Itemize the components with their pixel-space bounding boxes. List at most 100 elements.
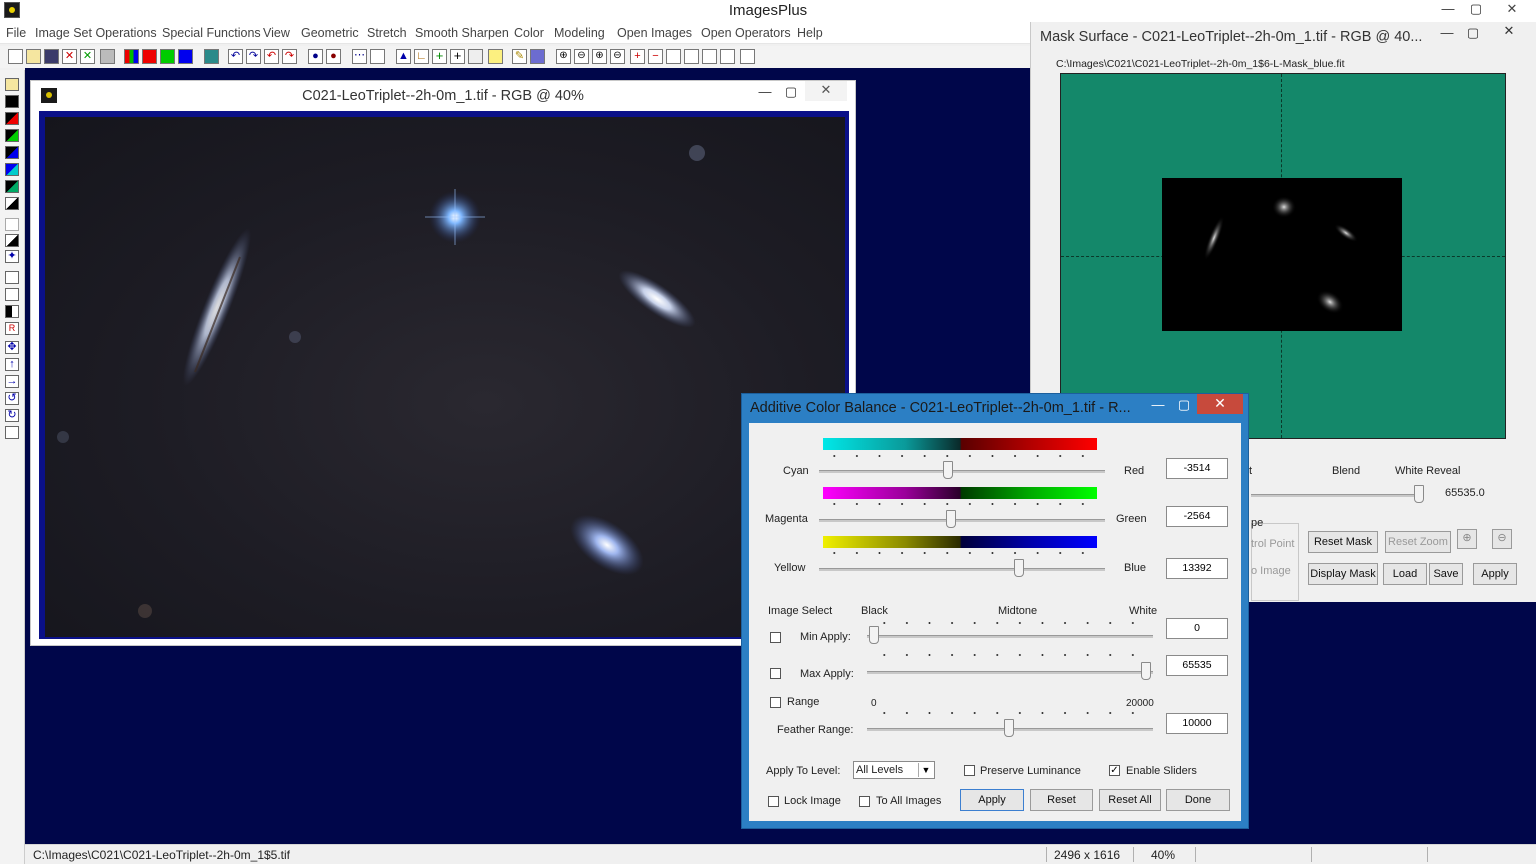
zoom-fit-icon[interactable]: ⊕ (592, 49, 607, 64)
frame-3-icon[interactable] (702, 49, 717, 64)
tool-blue-icon[interactable] (5, 146, 19, 159)
max-apply-slider-track[interactable] (867, 671, 1153, 674)
apply-mask-button[interactable]: Apply (1473, 563, 1517, 585)
tool-green-icon[interactable] (5, 129, 19, 142)
frame-2-icon[interactable] (684, 49, 699, 64)
blue-channel-icon[interactable] (178, 49, 193, 64)
grid-icon[interactable] (204, 49, 219, 64)
reset-all-button[interactable]: Reset All (1099, 789, 1161, 811)
remove-frame-icon[interactable]: − (648, 49, 663, 64)
cyan-red-slider-thumb[interactable] (942, 461, 953, 479)
range-checkbox[interactable] (770, 697, 781, 708)
tool-frame-icon[interactable] (5, 271, 19, 284)
frame-1-icon[interactable] (666, 49, 681, 64)
to-image-option[interactable]: o Image (1251, 565, 1291, 577)
reset-mask-button[interactable]: Reset Mask (1308, 531, 1378, 553)
tool-rotate-right-icon[interactable]: ↻ (5, 409, 19, 422)
lock-image-checkbox[interactable] (768, 796, 779, 807)
menu-help[interactable]: Help (797, 26, 823, 40)
minimize-icon[interactable]: — (1434, 0, 1462, 20)
feather-range-slider-thumb[interactable] (1004, 719, 1014, 737)
redo-icon[interactable]: ↷ (246, 49, 261, 64)
table-icon[interactable] (530, 49, 545, 64)
menu-file[interactable]: File (6, 26, 26, 40)
tool-gradient-icon[interactable] (5, 234, 19, 247)
save-mask-button[interactable]: Save (1429, 563, 1463, 585)
max-apply-slider-thumb[interactable] (1141, 662, 1151, 680)
menu-color[interactable]: Color (514, 26, 544, 40)
line-profile-icon[interactable]: ⋯ (352, 49, 367, 64)
tool-black-icon[interactable] (5, 95, 19, 108)
tool-invert-icon[interactable] (5, 197, 19, 210)
apply-to-level-select[interactable]: All Levels ▼ (853, 761, 935, 779)
star-profile-icon[interactable] (370, 49, 385, 64)
display-mask-button[interactable]: Display Mask (1308, 563, 1378, 585)
tool-rotate-left-icon[interactable]: ↺ (5, 392, 19, 405)
histogram-icon[interactable]: ▲ (396, 49, 411, 64)
yellow-blue-slider-track[interactable] (819, 568, 1105, 571)
mask-zoom-out-icon[interactable]: ⊖ (1492, 529, 1512, 549)
tool-refresh-icon[interactable] (5, 218, 19, 231)
redo-all-icon[interactable]: ↷ (282, 49, 297, 64)
magenta-green-slider-thumb[interactable] (945, 510, 956, 528)
mask-on-icon[interactable]: ● (308, 49, 323, 64)
rgb-channels-icon[interactable] (124, 49, 139, 64)
tool-split-icon[interactable] (5, 305, 19, 318)
mask-zoom-in-icon[interactable]: ⊕ (1457, 529, 1477, 549)
tool-up-icon[interactable]: ↑ (5, 358, 19, 371)
select-icon[interactable] (468, 49, 483, 64)
tool-save-icon[interactable] (5, 78, 19, 91)
menu-image-set-operations[interactable]: Image Set Operations (35, 26, 157, 40)
menu-modeling[interactable]: Modeling (554, 26, 605, 40)
menu-geometric[interactable]: Geometric (301, 26, 359, 40)
image-minimize-icon[interactable]: — (751, 83, 779, 103)
frame-5-icon[interactable] (740, 49, 755, 64)
menu-stretch[interactable]: Stretch (367, 26, 407, 40)
zoom-in-icon[interactable]: ⊕ (556, 49, 571, 64)
frame-4-icon[interactable] (720, 49, 735, 64)
close-image-icon[interactable]: ✕ (62, 49, 77, 64)
tool-copy-icon[interactable] (5, 426, 19, 439)
zoom-out-icon[interactable]: ⊖ (574, 49, 589, 64)
red-channel-icon[interactable] (142, 49, 157, 64)
pencil-icon[interactable]: ✎ (512, 49, 527, 64)
menu-open-images[interactable]: Open Images (617, 26, 692, 40)
mask-close-icon[interactable]: ✕ (1487, 22, 1531, 42)
image-window[interactable]: C021-LeoTriplet--2h-0m_1.tif - RGB @ 40%… (30, 80, 856, 646)
max-apply-value-field[interactable]: 65535 (1166, 655, 1228, 676)
white-reveal-slider-track[interactable] (1251, 494, 1421, 497)
tool-teal-icon[interactable] (5, 180, 19, 193)
done-button[interactable]: Done (1166, 789, 1230, 811)
tool-lines-icon[interactable] (5, 288, 19, 301)
close-icon[interactable]: ✕ (1490, 0, 1534, 20)
dialog-minimize-icon[interactable]: — (1144, 396, 1172, 416)
magenta-green-slider-track[interactable] (819, 519, 1105, 522)
tool-crop-icon[interactable]: R (5, 322, 19, 335)
additive-color-balance-dialog[interactable]: Additive Color Balance - C021-LeoTriplet… (741, 393, 1249, 829)
print-icon[interactable] (100, 49, 115, 64)
max-apply-checkbox[interactable] (770, 668, 781, 679)
apply-button[interactable]: Apply (960, 789, 1024, 811)
add-frame-icon[interactable]: + (630, 49, 645, 64)
menu-open-operators[interactable]: Open Operators (701, 26, 791, 40)
cyan-red-slider-track[interactable] (819, 470, 1105, 473)
to-all-images-checkbox[interactable] (859, 796, 870, 807)
mask-maximize-icon[interactable]: ▢ (1459, 24, 1487, 44)
tool-right-icon[interactable]: → (5, 375, 19, 388)
min-apply-slider-thumb[interactable] (869, 626, 879, 644)
green-value-field[interactable]: -2564 (1166, 506, 1228, 527)
control-point-option[interactable]: trol Point (1251, 538, 1294, 550)
tool-star-icon[interactable]: ✦ (5, 250, 19, 263)
mask-surface-canvas[interactable] (1060, 73, 1506, 439)
tool-move-icon[interactable]: ✥ (5, 341, 19, 354)
image-info-icon[interactable] (488, 49, 503, 64)
mask-off-icon[interactable]: ● (326, 49, 341, 64)
dialog-close-icon[interactable]: ✕ (1197, 394, 1243, 414)
mask-minimize-icon[interactable]: — (1433, 24, 1461, 44)
green-channel-icon[interactable] (160, 49, 175, 64)
dialog-maximize-icon[interactable]: ▢ (1170, 396, 1198, 416)
save-icon[interactable] (44, 49, 59, 64)
new-file-icon[interactable] (8, 49, 23, 64)
image-close-icon[interactable]: ✕ (805, 81, 847, 101)
enable-sliders-checkbox[interactable]: ✓ (1109, 765, 1120, 776)
